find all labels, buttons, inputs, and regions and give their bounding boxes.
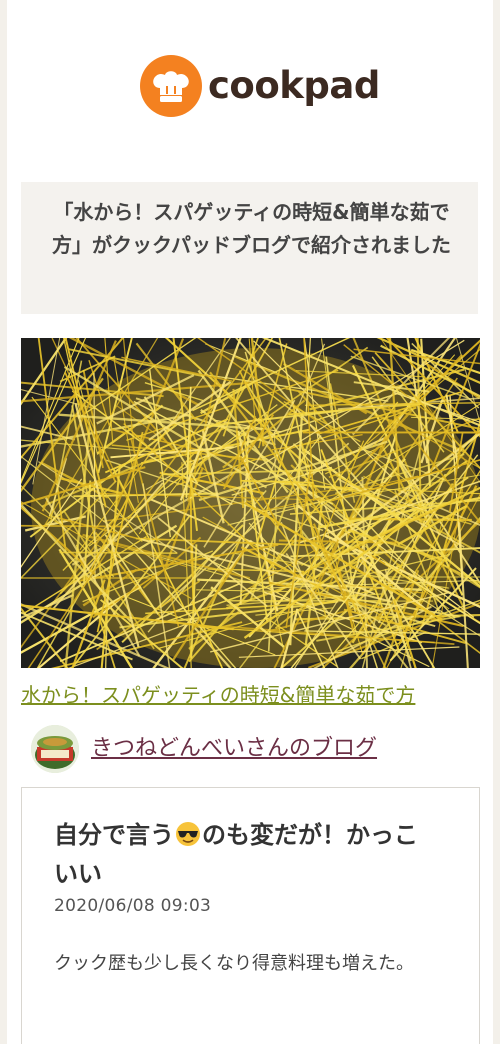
post-title[interactable]: 自分で言う のも変だが！かっこいい bbox=[54, 816, 434, 894]
blog-post-card[interactable]: 自分で言う のも変だが！かっこいい 2020/06/08 09:03 クック歴も… bbox=[21, 787, 480, 1044]
post-title-part1: 自分で言う bbox=[54, 821, 174, 849]
announcement-text: 「水から！スパゲッティの時短&簡単な茹で方」がクックパッドブログで紹介されました bbox=[52, 200, 451, 257]
chef-hat-icon bbox=[140, 55, 202, 117]
blog-author[interactable]: きつねどんべいさんのブログ bbox=[31, 724, 377, 774]
post-excerpt: クック歴も少し長くなり得意料理も増えた。 bbox=[54, 953, 414, 974]
page: cookpad 「水から！スパゲッティの時短&簡単な茹で方」がクックパッドブログ… bbox=[7, 0, 493, 1044]
announcement-box: 「水から！スパゲッティの時短&簡単な茹で方」がクックパッドブログで紹介されました bbox=[21, 182, 478, 314]
cookpad-logo[interactable]: cookpad bbox=[140, 55, 380, 117]
blog-avatar[interactable] bbox=[31, 725, 79, 773]
post-date: 2020/06/08 09:03 bbox=[54, 896, 212, 916]
blog-name-link[interactable]: きつねどんべいさんのブログ bbox=[91, 732, 377, 766]
spaghetti-image bbox=[21, 338, 480, 668]
recipe-photo[interactable] bbox=[21, 338, 480, 668]
recipe-title-link[interactable]: 水から！スパゲッティの時短&簡単な茹で方 bbox=[21, 678, 491, 712]
sunglasses-emoji-icon bbox=[176, 822, 200, 846]
logo-wordmark: cookpad bbox=[208, 64, 380, 107]
